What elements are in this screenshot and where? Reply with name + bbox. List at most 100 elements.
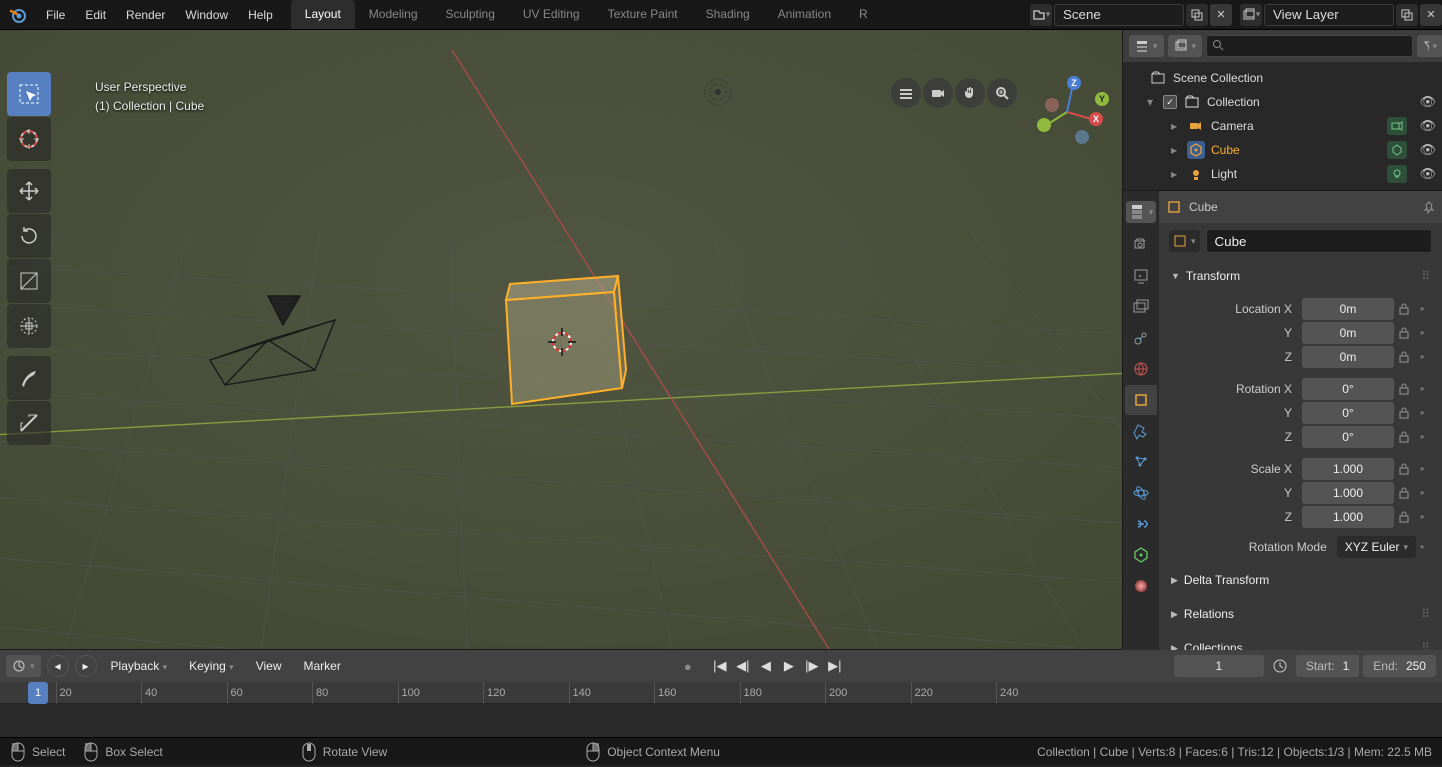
- menu-render[interactable]: Render: [116, 2, 175, 28]
- menu-edit[interactable]: Edit: [75, 2, 116, 28]
- lock-icon[interactable]: [1398, 383, 1416, 395]
- 3d-viewport[interactable]: ▾ Object Mode▾ View Select Add Object Gl…: [0, 30, 1122, 649]
- properties-editor-type[interactable]: ▾: [1126, 201, 1157, 223]
- outliner-row-light[interactable]: ▸ Light 👁: [1129, 162, 1436, 186]
- scene-new-button[interactable]: [1186, 4, 1208, 26]
- tab-world[interactable]: [1125, 354, 1157, 384]
- outliner-filter[interactable]: ▾: [1417, 35, 1442, 57]
- camera-data-icon[interactable]: [1387, 117, 1407, 135]
- view-pan-icon[interactable]: [955, 78, 985, 108]
- anim-dot-icon[interactable]: •: [1420, 430, 1430, 444]
- tool-select-box[interactable]: [7, 72, 51, 116]
- tab-mesh-data[interactable]: [1125, 540, 1157, 570]
- visibility-eye-icon[interactable]: 👁: [1419, 142, 1436, 158]
- tool-rotate[interactable]: [7, 214, 51, 258]
- anim-dot-icon[interactable]: •: [1420, 406, 1430, 420]
- timeline-menu-playback[interactable]: Playback ▾: [103, 659, 176, 673]
- timeline-next-key[interactable]: ▸: [75, 655, 97, 677]
- anim-dot-icon[interactable]: •: [1420, 350, 1430, 364]
- workspace-tab-animation[interactable]: Animation: [764, 0, 845, 29]
- scene-browse-button[interactable]: ▾: [1030, 4, 1052, 26]
- panel-transform-header[interactable]: ▼Transform⠿: [1167, 263, 1434, 289]
- disclosure-icon[interactable]: ▸: [1171, 143, 1181, 157]
- anim-dot-icon[interactable]: •: [1420, 510, 1430, 524]
- timeline-menu-view[interactable]: View: [248, 659, 290, 673]
- transform-value-field[interactable]: 0m: [1302, 298, 1394, 320]
- timeline-menu-keying[interactable]: Keying ▾: [181, 659, 242, 673]
- transform-value-field[interactable]: 0m: [1302, 322, 1394, 344]
- workspace-tab-uv-editing[interactable]: UV Editing: [509, 0, 594, 29]
- pin-icon[interactable]: [1422, 200, 1436, 214]
- lock-icon[interactable]: [1398, 463, 1416, 475]
- end-frame-field[interactable]: End:250: [1363, 655, 1436, 677]
- view-camera-button-icon[interactable]: [891, 78, 921, 108]
- jump-to-start[interactable]: |◀: [709, 655, 731, 677]
- outliner-search[interactable]: [1206, 35, 1413, 57]
- disclosure-icon[interactable]: ▾: [1147, 95, 1157, 109]
- outliner-row-cube[interactable]: ▸ Cube 👁: [1129, 138, 1436, 162]
- menu-help[interactable]: Help: [238, 2, 283, 28]
- timeline-editor-type[interactable]: ▾: [6, 655, 41, 677]
- start-frame-field[interactable]: Start:1: [1296, 655, 1359, 677]
- outliner-display-mode[interactable]: ▾: [1168, 35, 1203, 57]
- tab-output[interactable]: [1125, 261, 1157, 291]
- viewlayer-name-field[interactable]: [1264, 4, 1394, 26]
- current-frame-field[interactable]: 1: [1174, 655, 1264, 677]
- lock-icon[interactable]: [1398, 511, 1416, 523]
- workspace-tab-rendering[interactable]: R: [845, 0, 882, 29]
- clock-icon[interactable]: [1268, 655, 1292, 677]
- play-reverse[interactable]: ◀: [755, 655, 777, 677]
- anim-dot-icon[interactable]: •: [1420, 326, 1430, 340]
- anim-dot-icon[interactable]: •: [1420, 486, 1430, 500]
- tab-constraints[interactable]: [1125, 509, 1157, 539]
- scene-delete-button[interactable]: ✕: [1210, 4, 1232, 26]
- outliner-row-collection[interactable]: ▾ ✓ Collection 👁: [1129, 90, 1436, 114]
- workspace-tab-modeling[interactable]: Modeling: [355, 0, 432, 29]
- light-data-icon[interactable]: [1387, 165, 1407, 183]
- viewport-canvas[interactable]: [0, 30, 1122, 649]
- tool-measure[interactable]: [7, 401, 51, 445]
- visibility-eye-icon[interactable]: 👁: [1419, 118, 1436, 134]
- transform-value-field[interactable]: 1.000: [1302, 482, 1394, 504]
- transform-value-field[interactable]: 1.000: [1302, 506, 1394, 528]
- outliner-editor-type[interactable]: ▾: [1129, 35, 1164, 57]
- jump-to-end[interactable]: ▶|: [824, 655, 846, 677]
- keyframe-prev[interactable]: ◀|: [732, 655, 754, 677]
- view-zoom-icon[interactable]: [987, 78, 1017, 108]
- menu-window[interactable]: Window: [175, 2, 238, 28]
- transform-value-field[interactable]: 0m: [1302, 346, 1394, 368]
- tool-annotate[interactable]: [7, 356, 51, 400]
- lock-icon[interactable]: [1398, 487, 1416, 499]
- transform-value-field[interactable]: 1.000: [1302, 458, 1394, 480]
- lock-icon[interactable]: [1398, 407, 1416, 419]
- disclosure-icon[interactable]: ▸: [1171, 167, 1181, 181]
- lock-icon[interactable]: [1398, 327, 1416, 339]
- tab-scene[interactable]: [1125, 323, 1157, 353]
- navigation-gizmo[interactable]: Z X Y: [1027, 72, 1107, 152]
- lock-icon[interactable]: [1398, 351, 1416, 363]
- view-camera-icon[interactable]: [923, 78, 953, 108]
- lock-icon[interactable]: [1398, 431, 1416, 443]
- drag-handle-icon[interactable]: ⠿: [1421, 607, 1430, 621]
- tool-scale[interactable]: [7, 259, 51, 303]
- lock-icon[interactable]: [1398, 303, 1416, 315]
- visibility-eye-icon[interactable]: 👁: [1419, 94, 1436, 110]
- viewlayer-new-button[interactable]: [1396, 4, 1418, 26]
- viewlayer-browse-button[interactable]: ▾: [1240, 4, 1262, 26]
- tool-transform[interactable]: [7, 304, 51, 348]
- workspace-tab-layout[interactable]: Layout: [291, 0, 355, 29]
- tab-physics[interactable]: [1125, 478, 1157, 508]
- collection-enable-checkbox[interactable]: ✓: [1163, 95, 1177, 109]
- timeline-menu-marker[interactable]: Marker: [295, 659, 348, 673]
- tool-move[interactable]: [7, 169, 51, 213]
- workspace-tab-texture-paint[interactable]: Texture Paint: [594, 0, 692, 29]
- visibility-eye-icon[interactable]: 👁: [1419, 166, 1436, 182]
- panel-relations-header[interactable]: ▶Relations⠿: [1167, 601, 1434, 627]
- play[interactable]: ▶: [778, 655, 800, 677]
- transform-value-field[interactable]: 0°: [1302, 426, 1394, 448]
- workspace-tab-sculpting[interactable]: Sculpting: [432, 0, 509, 29]
- object-name-field[interactable]: [1206, 229, 1432, 253]
- tool-cursor[interactable]: [7, 117, 51, 161]
- object-data-dropdown[interactable]: ▾: [1169, 230, 1200, 252]
- keyframe-next[interactable]: |▶: [801, 655, 823, 677]
